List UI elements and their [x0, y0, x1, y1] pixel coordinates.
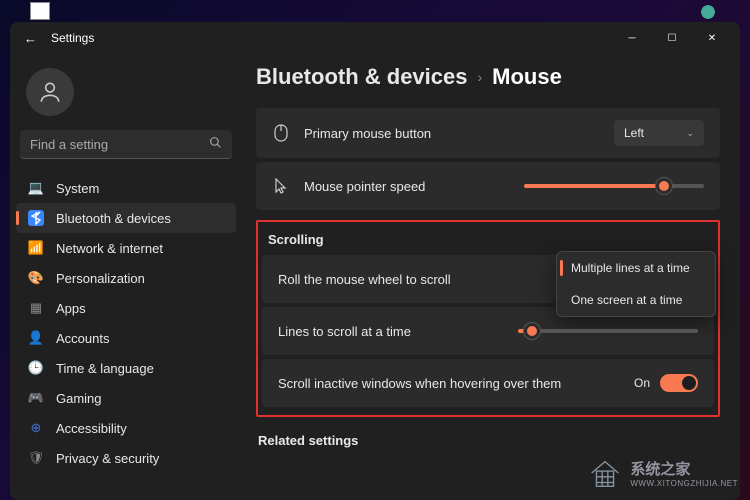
related-section: Related settings [256, 429, 720, 456]
sidebar: Find a setting 💻 System Bluetooth & device… [10, 54, 242, 500]
nav-icon: 🎮 [28, 390, 44, 406]
chevron-right-icon: › [477, 69, 482, 85]
nav-label: Time & language [56, 361, 154, 376]
nav-label: Accessibility [56, 421, 127, 436]
breadcrumb-current: Mouse [492, 64, 562, 90]
minimize-button[interactable]: ─ [612, 24, 652, 52]
watermark-logo-icon [586, 454, 624, 492]
setting-inactive-hover: Scroll inactive windows when hovering ov… [262, 359, 714, 407]
back-button[interactable]: ← [24, 31, 37, 46]
nav-icon: 📶 [28, 240, 44, 256]
user-avatar[interactable] [26, 68, 74, 116]
pointer-speed-slider[interactable] [524, 184, 704, 188]
close-button[interactable]: ✕ [692, 24, 732, 52]
inactive-hover-toggle[interactable] [660, 374, 698, 392]
breadcrumb-parent[interactable]: Bluetooth & devices [256, 64, 467, 90]
sidebar-item-apps[interactable]: ▦ Apps [16, 293, 236, 323]
titlebar: ← Settings ─ ☐ ✕ [10, 22, 740, 54]
nav-icon: ⊕ [28, 420, 44, 436]
nav-icon: 💻 [28, 180, 44, 196]
roll-wheel-flyout: Multiple lines at a time One screen at a… [556, 251, 716, 317]
desktop-edge-icon [696, 0, 720, 24]
nav-label: Bluetooth & devices [56, 211, 171, 226]
nav-label: Privacy & security [56, 451, 159, 466]
nav-label: System [56, 181, 99, 196]
maximize-button[interactable]: ☐ [652, 24, 692, 52]
sidebar-item-bluetooth-devices[interactable]: Bluetooth & devices [16, 203, 236, 233]
sidebar-item-gaming[interactable]: 🎮 Gaming [16, 383, 236, 413]
setting-label: Primary mouse button [304, 126, 600, 141]
setting-label: Scroll inactive windows when hovering ov… [278, 376, 620, 391]
chevron-down-icon: ⌄ [686, 128, 694, 139]
desktop-shortcut-icon [30, 2, 50, 20]
sidebar-item-personalization[interactable]: 🎨 Personalization [16, 263, 236, 293]
sidebar-item-accessibility[interactable]: ⊕ Accessibility [16, 413, 236, 443]
primary-button-dropdown[interactable]: Left ⌄ [614, 120, 704, 146]
flyout-option-one-screen[interactable]: One screen at a time [557, 284, 715, 316]
lines-scroll-slider[interactable] [518, 329, 698, 333]
sidebar-item-network-internet[interactable]: 📶 Network & internet [16, 233, 236, 263]
nav-icon: 🛡 [28, 450, 44, 466]
section-heading: Related settings [256, 429, 720, 456]
sidebar-item-system[interactable]: 💻 System [16, 173, 236, 203]
search-input[interactable]: Find a setting [20, 130, 232, 159]
nav-label: Apps [56, 301, 86, 316]
main-panel: Bluetooth & devices › Mouse Primary mous… [242, 54, 740, 500]
scrolling-section: Scrolling Roll the mouse wheel to scroll… [256, 220, 720, 417]
person-icon [37, 79, 63, 105]
setting-primary-button: Primary mouse button Left ⌄ [256, 108, 720, 158]
nav-label: Accounts [56, 331, 109, 346]
setting-label: Mouse pointer speed [304, 179, 510, 194]
sidebar-item-privacy-security[interactable]: 🛡 Privacy & security [16, 443, 236, 473]
nav-label: Gaming [56, 391, 102, 406]
sidebar-item-time-language[interactable]: 🕒 Time & language [16, 353, 236, 383]
breadcrumb: Bluetooth & devices › Mouse [256, 64, 720, 90]
cursor-icon [272, 177, 290, 195]
sidebar-item-accounts[interactable]: 👤 Accounts [16, 323, 236, 353]
watermark: 系统之家 WWW.XITONGZHIJIA.NET [586, 454, 738, 492]
nav-icon: 👤 [28, 330, 44, 346]
flyout-option-multiple-lines[interactable]: Multiple lines at a time [557, 252, 715, 284]
mouse-icon [272, 124, 290, 142]
nav-icon: ▦ [28, 300, 44, 316]
nav-label: Personalization [56, 271, 145, 286]
nav-icon: 🎨 [28, 270, 44, 286]
setting-pointer-speed: Mouse pointer speed [256, 162, 720, 210]
nav-label: Network & internet [56, 241, 163, 256]
setting-label: Lines to scroll at a time [278, 324, 504, 339]
nav-icon: 🕒 [28, 360, 44, 376]
search-placeholder: Find a setting [30, 137, 108, 152]
nav-icon [28, 210, 44, 226]
settings-window: ← Settings ─ ☐ ✕ Find a setting [10, 22, 740, 500]
app-title: Settings [51, 31, 94, 45]
toggle-state-text: On [634, 376, 650, 390]
search-icon [209, 136, 222, 152]
setting-roll-wheel: Roll the mouse wheel to scroll Multiple … [262, 255, 714, 303]
